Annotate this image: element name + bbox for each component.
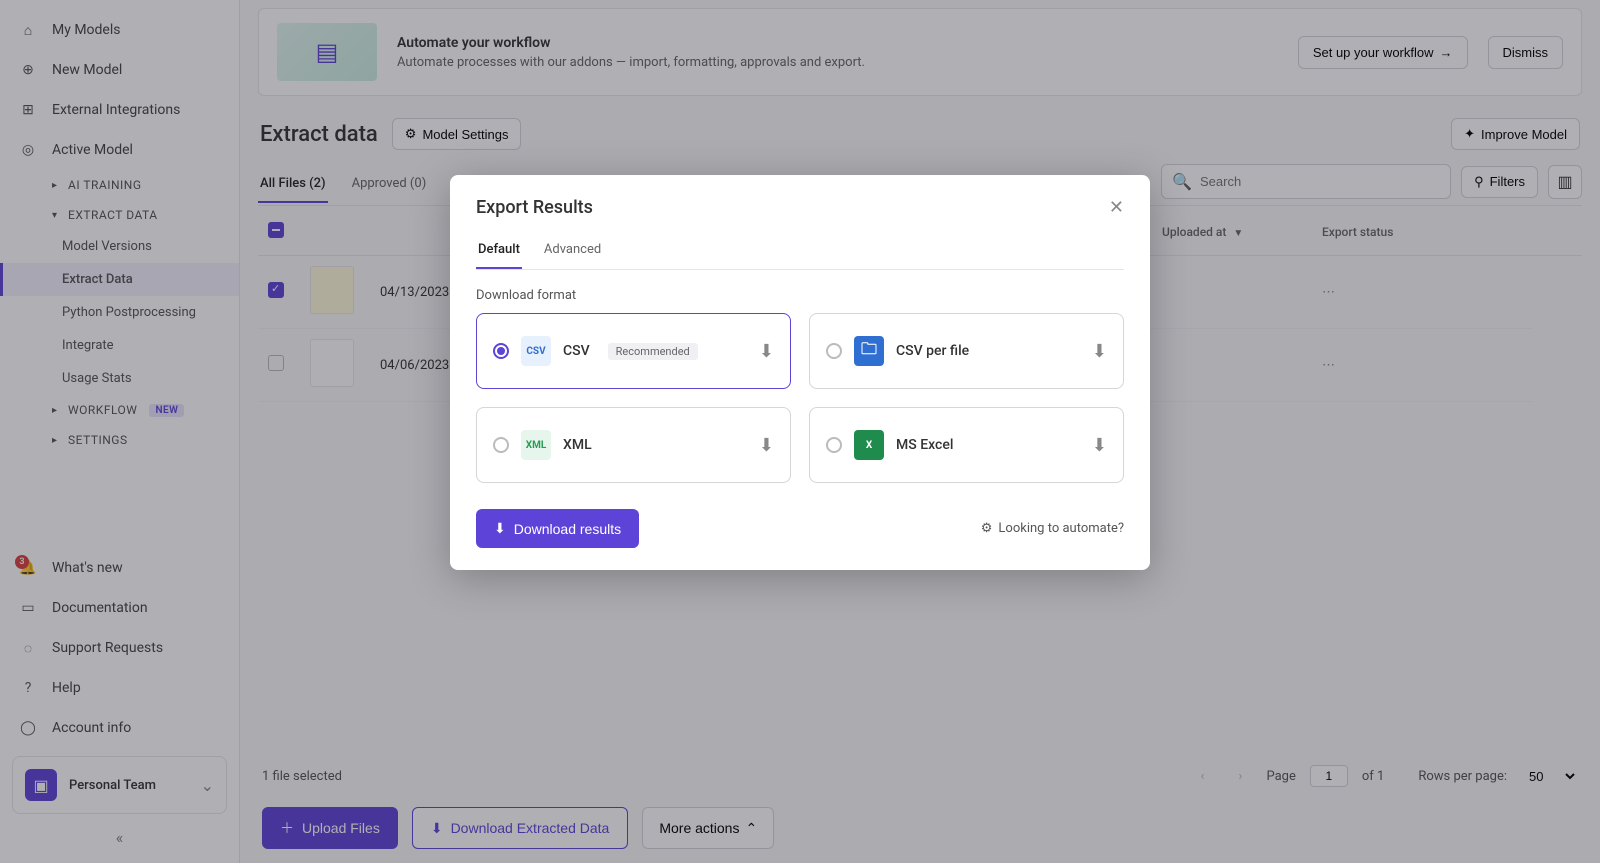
- format-option-csv[interactable]: CSV CSV Recommended ⬇: [476, 313, 791, 389]
- download-icon[interactable]: ⬇: [759, 435, 774, 456]
- download-icon[interactable]: ⬇: [759, 341, 774, 362]
- modal-tab-advanced[interactable]: Advanced: [542, 232, 603, 269]
- download-icon[interactable]: ⬇: [1092, 341, 1107, 362]
- folder-icon: 🗀: [854, 336, 884, 366]
- radio-xml[interactable]: [493, 437, 509, 453]
- recommended-badge: Recommended: [608, 343, 698, 360]
- link-label: Looking to automate?: [998, 521, 1124, 536]
- modal-title: Export Results: [476, 197, 593, 218]
- format-option-csv-per-file[interactable]: 🗀 CSV per file ⬇: [809, 313, 1124, 389]
- download-format-label: Download format: [476, 288, 1124, 303]
- option-label: CSV: [563, 343, 590, 359]
- modal-close-button[interactable]: ✕: [1109, 197, 1124, 218]
- radio-csv[interactable]: [493, 343, 509, 359]
- xml-file-icon: XML: [521, 430, 551, 460]
- format-option-excel[interactable]: X MS Excel ⬇: [809, 407, 1124, 483]
- option-label: XML: [563, 437, 592, 453]
- excel-file-icon: X: [854, 430, 884, 460]
- radio-csv-per-file[interactable]: [826, 343, 842, 359]
- modal-tab-default[interactable]: Default: [476, 232, 522, 269]
- modal-backdrop[interactable]: Export Results ✕ Default Advanced Downlo…: [0, 0, 1600, 863]
- option-label: CSV per file: [896, 343, 969, 359]
- radio-excel[interactable]: [826, 437, 842, 453]
- close-icon: ✕: [1109, 197, 1124, 218]
- download-icon: ⬇: [494, 520, 506, 537]
- download-icon[interactable]: ⬇: [1092, 435, 1107, 456]
- export-results-modal: Export Results ✕ Default Advanced Downlo…: [450, 175, 1150, 570]
- download-results-button[interactable]: ⬇ Download results: [476, 509, 639, 548]
- automate-link[interactable]: ⚙ Looking to automate?: [981, 521, 1124, 536]
- button-label: Download results: [514, 521, 621, 537]
- gear-icon: ⚙: [981, 521, 993, 536]
- format-option-xml[interactable]: XML XML ⬇: [476, 407, 791, 483]
- option-label: MS Excel: [896, 437, 953, 453]
- csv-file-icon: CSV: [521, 336, 551, 366]
